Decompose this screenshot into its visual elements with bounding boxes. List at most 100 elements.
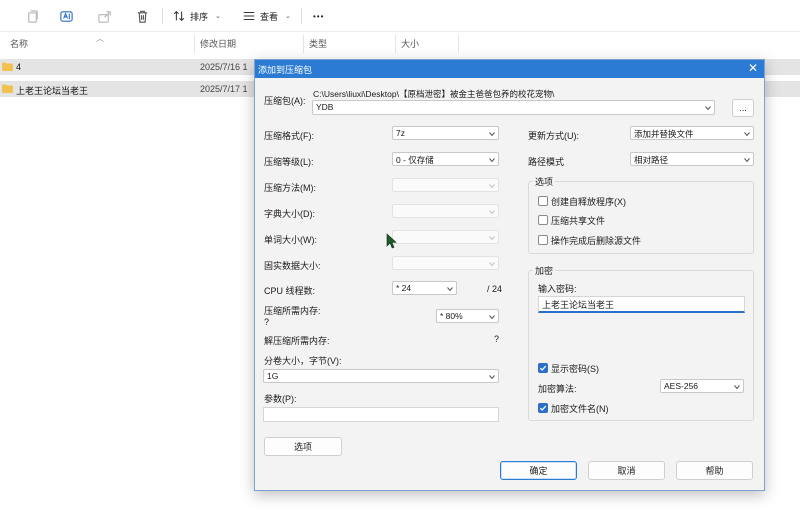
- column-header-size[interactable]: 大小: [401, 37, 419, 50]
- chevron-down-icon: ⌄: [285, 13, 291, 20]
- sort-button[interactable]: 排序 ⌄: [172, 6, 221, 26]
- file-date: 2025/7/16 1: [200, 62, 248, 72]
- check-icon: [539, 365, 547, 371]
- help-button[interactable]: 帮助: [676, 461, 753, 480]
- solid-size-label: 固实数据大小:: [264, 261, 321, 271]
- chevron-down-icon: [489, 315, 495, 320]
- format-label: 压缩格式(F):: [264, 131, 314, 141]
- encryption-group-title: 加密: [533, 264, 556, 277]
- method-label: 压缩方法(M):: [264, 183, 316, 193]
- word-size-combo[interactable]: [392, 230, 499, 244]
- add-to-archive-dialog: 添加到压缩包 ✕ 压缩包(A): C:\Users\liuxi\Desktop\…: [254, 59, 765, 491]
- sort-caret-icon: ︿: [96, 34, 104, 43]
- close-icon[interactable]: ✕: [748, 62, 758, 75]
- chevron-down-icon: [489, 375, 495, 380]
- chevron-down-icon: [447, 287, 453, 292]
- column-divider[interactable]: [303, 35, 304, 53]
- shared-files-checkbox[interactable]: [538, 215, 548, 225]
- cpu-threads-total: / 24: [487, 284, 503, 294]
- cpu-threads-combo[interactable]: * 24: [392, 281, 457, 295]
- path-mode-combo[interactable]: 相对路径: [630, 152, 754, 166]
- dialog-title-bar[interactable]: 添加到压缩包 ✕: [255, 60, 764, 78]
- cpu-threads-value: * 24: [396, 283, 412, 293]
- toolbar-separator: [162, 8, 163, 24]
- method-combo[interactable]: [392, 178, 499, 192]
- toolbar-separator: [301, 8, 302, 24]
- memory-value: ?: [264, 317, 270, 327]
- show-password-checkbox[interactable]: [538, 363, 548, 373]
- chevron-down-icon: [705, 106, 711, 111]
- format-value: 7z: [396, 128, 405, 138]
- column-divider[interactable]: [395, 35, 396, 53]
- cancel-button[interactable]: 取消: [588, 461, 665, 480]
- volume-size-label: 分卷大小，字节(V):: [264, 356, 342, 366]
- column-divider[interactable]: [458, 35, 459, 53]
- more-options-button[interactable]: •••: [313, 6, 324, 26]
- dialog-title: 添加到压缩包: [258, 65, 313, 75]
- file-list-header: 名称 ︿ 修改日期 类型 大小: [0, 33, 460, 53]
- parameters-label: 参数(P):: [264, 394, 297, 404]
- ok-button[interactable]: 确定: [500, 461, 577, 480]
- encrypt-filenames-checkbox[interactable]: [538, 403, 548, 413]
- options-group-title: 选项: [533, 175, 556, 188]
- solid-size-combo[interactable]: [392, 256, 499, 270]
- file-name: 上老王论坛当老王: [16, 86, 89, 96]
- shared-files-label: 压缩共享文件: [551, 216, 606, 226]
- delete-after-checkbox[interactable]: [538, 235, 548, 245]
- encryption-method-combo[interactable]: AES-256: [660, 379, 744, 393]
- delete-icon[interactable]: [133, 7, 151, 25]
- archive-label: 压缩包(A):: [264, 96, 306, 106]
- view-label: 查看: [260, 11, 279, 22]
- cpu-threads-label: CPU 线程数:: [264, 286, 316, 296]
- file-name: 4: [16, 62, 22, 72]
- format-combo[interactable]: 7z: [392, 126, 499, 140]
- column-header-type[interactable]: 类型: [309, 37, 327, 50]
- level-combo[interactable]: 0 - 仅存储: [392, 152, 499, 166]
- options-button[interactable]: 选项: [264, 437, 342, 456]
- view-icon: [243, 11, 255, 21]
- encryption-method-label: 加密算法:: [538, 384, 577, 394]
- dictionary-label: 字典大小(D):: [264, 209, 315, 219]
- chevron-down-icon: [744, 132, 750, 137]
- password-label: 输入密码:: [538, 284, 577, 294]
- password-input[interactable]: 上老王论坛当老王: [538, 296, 745, 313]
- sort-icon: [173, 10, 185, 22]
- update-mode-value: 添加并替换文件: [634, 129, 694, 139]
- memory-percent-combo[interactable]: * 80%: [436, 309, 499, 323]
- view-button[interactable]: 查看 ⌄: [242, 6, 291, 26]
- update-mode-combo[interactable]: 添加并替换文件: [630, 126, 754, 140]
- parameters-input[interactable]: [263, 407, 499, 422]
- mouse-cursor-icon: [386, 233, 397, 249]
- column-divider[interactable]: [194, 35, 195, 53]
- sort-label: 排序: [190, 11, 209, 22]
- archive-name-combo[interactable]: YDB: [312, 100, 715, 115]
- sfx-checkbox[interactable]: [538, 196, 548, 206]
- delete-after-label: 操作完成后删除源文件: [551, 236, 642, 246]
- file-date: 2025/7/17 1: [200, 84, 248, 94]
- browse-button[interactable]: ...: [732, 99, 754, 117]
- folder-icon: [2, 84, 13, 93]
- word-size-label: 单词大小(W):: [264, 235, 317, 245]
- volume-size-value: 1G: [267, 371, 279, 381]
- chevron-down-icon: [489, 158, 495, 163]
- encryption-method-value: AES-256: [664, 381, 699, 391]
- check-icon: [539, 405, 547, 411]
- dictionary-combo[interactable]: [392, 204, 499, 218]
- chevron-down-icon: [489, 262, 495, 267]
- chevron-down-icon: [489, 236, 495, 241]
- rename-icon[interactable]: [57, 7, 75, 25]
- update-mode-label: 更新方式(U):: [528, 131, 579, 141]
- password-value: 上老王论坛当老王: [542, 300, 615, 310]
- share-icon[interactable]: [95, 7, 113, 25]
- column-header-date[interactable]: 修改日期: [200, 37, 236, 50]
- memory-label: 压缩所需内存:: [264, 306, 321, 316]
- volume-size-combo[interactable]: 1G: [263, 369, 499, 383]
- chevron-down-icon: [489, 132, 495, 137]
- copy-icon[interactable]: [23, 7, 41, 25]
- level-label: 压缩等级(L):: [264, 157, 314, 167]
- chevron-down-icon: [489, 184, 495, 189]
- chevron-down-icon: ⌄: [215, 13, 221, 20]
- sfx-label: 创建自释放程序(X): [551, 197, 626, 207]
- archive-path: C:\Users\liuxi\Desktop\【原档泄密】被金主爸爸包养的校花宠…: [313, 89, 555, 99]
- column-header-name[interactable]: 名称: [10, 37, 28, 50]
